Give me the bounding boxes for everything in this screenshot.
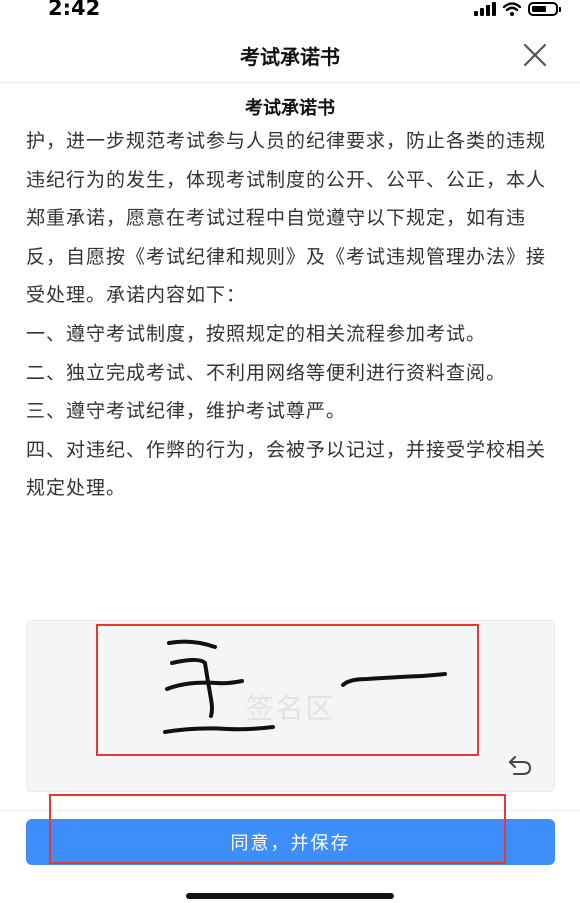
document-paragraph: 三、遵守考试纪律，维护考试尊严。: [26, 400, 347, 423]
bottom-divider: [0, 810, 580, 811]
undo-icon[interactable]: [506, 751, 534, 779]
save-button[interactable]: 同意，并保存: [26, 819, 555, 865]
cellular-signal-icon: [474, 2, 496, 16]
status-icons: [474, 0, 561, 18]
handwritten-signature: [163, 639, 447, 734]
battery-icon: [528, 2, 561, 16]
page-title: 考试承诺书: [240, 45, 340, 69]
header: 考试承诺书: [0, 28, 580, 83]
document-body: 护，进一步规范考试参与人员的纪律要求，防止各类的违规违纪行为的发生，体现考试制度…: [26, 122, 554, 508]
document-paragraph: 护，进一步规范考试参与人员的纪律要求，防止各类的违规违纪行为的发生，体现考试制度…: [26, 130, 547, 307]
document-content: 考试承诺书 护，进一步规范考试参与人员的纪律要求，防止各类的违规违纪行为的发生，…: [0, 82, 580, 508]
document-paragraph: 四、对违纪、作弊的行为，会被予以记过，并接受学校相关规定处理。: [26, 438, 547, 500]
status-bar: 2:42: [0, 0, 580, 28]
home-indicator: [186, 893, 394, 899]
status-time: 2:42: [48, 0, 101, 20]
document-paragraph: 一、遵守考试制度，按照规定的相关流程参加考试。: [26, 322, 487, 345]
close-icon[interactable]: [522, 42, 548, 68]
document-title: 考试承诺书: [245, 98, 335, 119]
document-paragraph: 二、独立完成考试、不利用网络等便利进行资料查阅。: [26, 361, 507, 384]
signature-pad[interactable]: 签名区: [26, 620, 555, 792]
wifi-icon: [503, 2, 521, 16]
